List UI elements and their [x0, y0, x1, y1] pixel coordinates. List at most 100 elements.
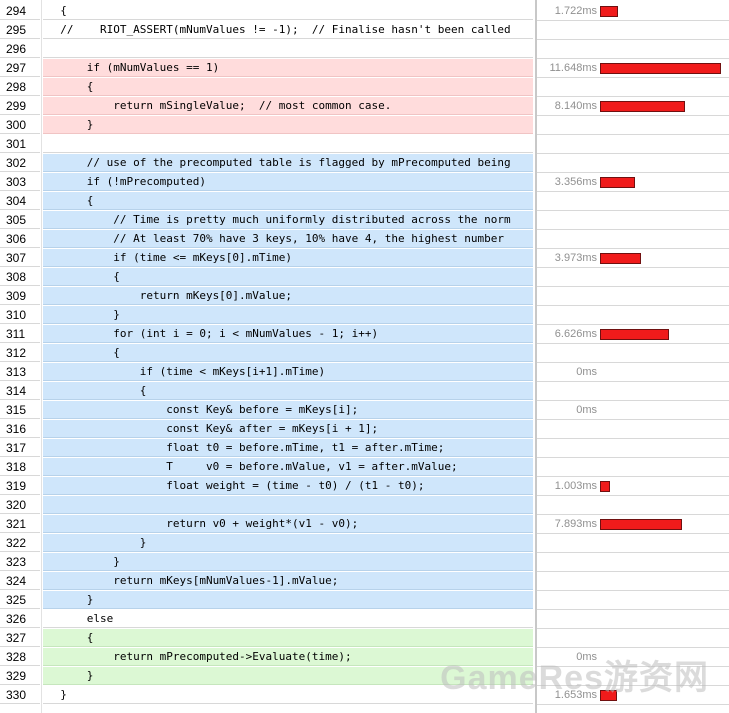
timing-cell	[537, 572, 729, 591]
line-number: 309	[0, 287, 40, 305]
code-row[interactable]: 309 return mKeys[0].mValue;	[0, 287, 729, 306]
line-number: 329	[0, 667, 40, 685]
code-row[interactable]: 315 const Key& before = mKeys[i]; 0ms	[0, 401, 729, 420]
code-row[interactable]: 321 return v0 + weight*(v1 - v0); 7.893ms	[0, 515, 729, 534]
code-line[interactable]: {	[43, 629, 533, 647]
code-row[interactable]: 303 if (!mPrecomputed) 3.356ms	[0, 173, 729, 192]
code-line[interactable]: return v0 + weight*(v1 - v0);	[43, 515, 533, 533]
code-row[interactable]: 299 return mSingleValue; // most common …	[0, 97, 729, 116]
timing-cell: 0ms	[537, 401, 729, 420]
timing-value: 0ms	[576, 404, 597, 416]
code-line[interactable]	[43, 496, 533, 514]
code-line[interactable]: const Key& before = mKeys[i];	[43, 401, 533, 419]
code-row[interactable]: 308 {	[0, 268, 729, 287]
code-line[interactable]: }	[43, 553, 533, 571]
code-line[interactable]: if (time <= mKeys[0].mTime)	[43, 249, 533, 267]
code-row[interactable]: 324 return mKeys[mNumValues-1].mValue;	[0, 572, 729, 591]
code-row[interactable]: 322 }	[0, 534, 729, 553]
timing-cell	[537, 344, 729, 363]
line-number: 302	[0, 154, 40, 172]
timing-cell	[537, 78, 729, 97]
code-line[interactable]	[43, 40, 533, 58]
line-number: 320	[0, 496, 40, 514]
line-number: 324	[0, 572, 40, 590]
timing-cell: 11.648ms	[537, 59, 729, 78]
code-row[interactable]: 312 {	[0, 344, 729, 363]
code-row[interactable]: 296	[0, 40, 729, 59]
code-row[interactable]: 317 float t0 = before.mTime, t1 = after.…	[0, 439, 729, 458]
line-number: 300	[0, 116, 40, 134]
code-line[interactable]: else	[43, 610, 533, 628]
timing-cell	[537, 230, 729, 249]
code-row[interactable]: 325 }	[0, 591, 729, 610]
code-line[interactable]: if (!mPrecomputed)	[43, 173, 533, 191]
code-row[interactable]: 307 if (time <= mKeys[0].mTime) 3.973ms	[0, 249, 729, 268]
code-line[interactable]: {	[43, 344, 533, 362]
code-line[interactable]: {	[43, 268, 533, 286]
line-number: 312	[0, 344, 40, 362]
code-row[interactable]: 310 }	[0, 306, 729, 325]
code-line[interactable]: if (mNumValues == 1)	[43, 59, 533, 77]
code-row[interactable]: 297 if (mNumValues == 1) 11.648ms	[0, 59, 729, 78]
timing-cell	[537, 382, 729, 401]
code-row[interactable]: 298 {	[0, 78, 729, 97]
code-line[interactable]: {	[43, 382, 533, 400]
code-row[interactable]: 323 }	[0, 553, 729, 572]
code-line[interactable]: if (time < mKeys[i+1].mTime)	[43, 363, 533, 381]
code-line[interactable]: }	[43, 116, 533, 134]
code-line[interactable]: return mKeys[0].mValue;	[43, 287, 533, 305]
timing-value: 1.003ms	[554, 480, 597, 492]
timing-cell	[537, 40, 729, 59]
code-line[interactable]: // RIOT_ASSERT(mNumValues != -1); // Fin…	[43, 21, 533, 39]
code-line[interactable]: }	[43, 534, 533, 552]
line-number: 313	[0, 363, 40, 381]
timing-cell	[537, 154, 729, 173]
timing-bar	[600, 101, 685, 112]
code-line[interactable]: // Time is pretty much uniformly distrib…	[43, 211, 533, 229]
timing-cell: 0ms	[537, 363, 729, 382]
code-line[interactable]: const Key& after = mKeys[i + 1];	[43, 420, 533, 438]
code-row[interactable]: 316 const Key& after = mKeys[i + 1];	[0, 420, 729, 439]
code-line[interactable]	[43, 135, 533, 153]
code-line[interactable]: float t0 = before.mTime, t1 = after.mTim…	[43, 439, 533, 457]
code-line[interactable]: for (int i = 0; i < mNumValues - 1; i++)	[43, 325, 533, 343]
code-row[interactable]: 304 {	[0, 192, 729, 211]
code-row[interactable]: 327 {	[0, 629, 729, 648]
code-row[interactable]: 302 // use of the precomputed table is f…	[0, 154, 729, 173]
code-row[interactable]: 320	[0, 496, 729, 515]
timing-cell	[537, 591, 729, 610]
code-row[interactable]: 294 {1.722ms	[0, 2, 729, 21]
code-row[interactable]: 313 if (time < mKeys[i+1].mTime) 0ms	[0, 363, 729, 382]
code-row[interactable]: 319 float weight = (time - t0) / (t1 - t…	[0, 477, 729, 496]
line-number: 327	[0, 629, 40, 647]
code-line[interactable]: return mKeys[mNumValues-1].mValue;	[43, 572, 533, 590]
code-line[interactable]: // At least 70% have 3 keys, 10% have 4,…	[43, 230, 533, 248]
code-line[interactable]: {	[43, 2, 533, 20]
code-line[interactable]: }	[43, 306, 533, 324]
code-line[interactable]: {	[43, 192, 533, 210]
line-number: 323	[0, 553, 40, 571]
code-line[interactable]: return mSingleValue; // most common case…	[43, 97, 533, 115]
line-number: 328	[0, 648, 40, 666]
timing-value: 0ms	[576, 366, 597, 378]
code-row[interactable]: 295 // RIOT_ASSERT(mNumValues != -1); //…	[0, 21, 729, 40]
code-row[interactable]: 326 else	[0, 610, 729, 629]
timing-value: 3.973ms	[554, 252, 597, 264]
code-row[interactable]: 318 T v0 = before.mValue, v1 = after.mVa…	[0, 458, 729, 477]
code-line[interactable]: T v0 = before.mValue, v1 = after.mValue;	[43, 458, 533, 476]
code-row[interactable]: 314 {	[0, 382, 729, 401]
line-number: 330	[0, 686, 40, 704]
code-row[interactable]: 306 // At least 70% have 3 keys, 10% hav…	[0, 230, 729, 249]
code-line[interactable]: // use of the precomputed table is flagg…	[43, 154, 533, 172]
code-row[interactable]: 305 // Time is pretty much uniformly dis…	[0, 211, 729, 230]
code-row[interactable]: 301	[0, 135, 729, 154]
timing-cell: 6.626ms	[537, 325, 729, 344]
code-line[interactable]: float weight = (time - t0) / (t1 - t0);	[43, 477, 533, 495]
code-row[interactable]: 300 }	[0, 116, 729, 135]
code-line[interactable]: {	[43, 78, 533, 96]
line-number: 310	[0, 306, 40, 324]
code-line[interactable]: }	[43, 591, 533, 609]
code-row[interactable]: 311 for (int i = 0; i < mNumValues - 1; …	[0, 325, 729, 344]
line-number: 314	[0, 382, 40, 400]
profiler-view: 294 {1.722ms 295 // RIOT_ASSERT(mNumValue…	[0, 0, 729, 713]
